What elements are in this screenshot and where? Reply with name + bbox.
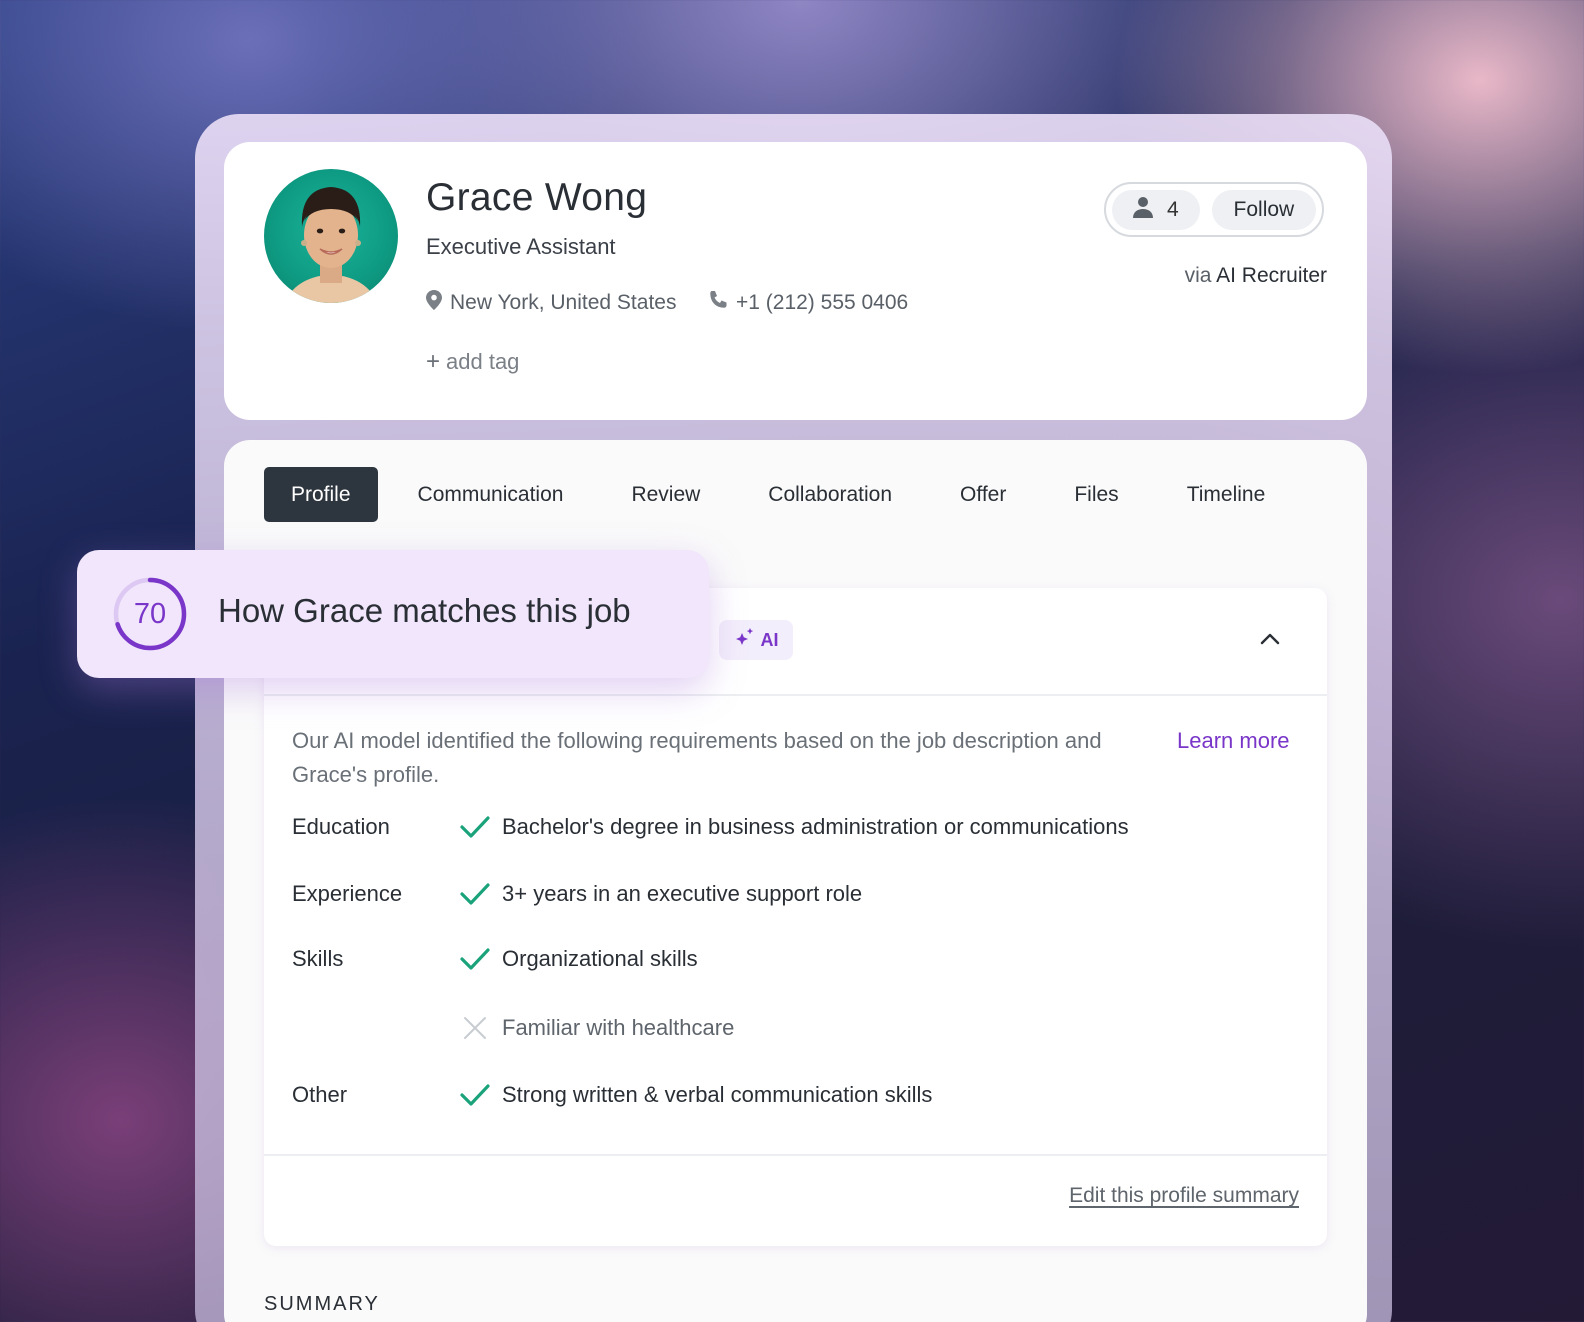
sparkle-icon [734, 627, 756, 654]
requirement-category: Other [292, 1082, 348, 1107]
requirement-row: Other Strong written & verbal communicat… [292, 1082, 932, 1108]
summary-heading: SUMMARY [264, 1293, 380, 1315]
tab-communication[interactable]: Communication [418, 467, 564, 522]
match-score-value: 70 [133, 597, 167, 630]
requirement-text: Bachelor's degree in business administra… [502, 814, 1129, 839]
requirement-text: 3+ years in an executive support role [502, 881, 863, 906]
requirement-row: Skills Organizational skills [292, 946, 698, 972]
via-prefix: via [1184, 264, 1212, 287]
source-label: via AI Recruiter [1185, 264, 1327, 288]
tab-timeline[interactable]: Timeline [1187, 467, 1266, 522]
requirement-row: Education Bachelor's degree in business … [292, 814, 1129, 840]
candidate-name: Grace Wong [426, 176, 648, 219]
requirement-category: Education [292, 814, 390, 839]
source-name[interactable]: AI Recruiter [1216, 264, 1327, 287]
check-icon [460, 947, 502, 971]
ai-badge-label: AI [760, 629, 779, 650]
phone-icon [708, 290, 728, 316]
candidate-header-card: Grace Wong Executive Assistant New York,… [224, 142, 1367, 420]
location-pin-icon [426, 290, 442, 316]
match-title: How Grace matches this job [218, 592, 631, 629]
chevron-up-icon [1260, 633, 1280, 645]
tab-offer[interactable]: Offer [960, 467, 1006, 522]
requirement-text: Familiar with healthcare [502, 1015, 735, 1040]
avatar[interactable] [264, 169, 398, 303]
requirement-row: Familiar with healthcare [292, 1015, 734, 1041]
cross-icon [460, 1016, 502, 1040]
follow-button[interactable]: Follow [1211, 189, 1316, 230]
phone[interactable]: +1 (212) 555 0406 [708, 290, 908, 316]
check-icon [460, 815, 502, 839]
phone-text: +1 (212) 555 0406 [736, 291, 909, 314]
location: New York, United States [426, 290, 676, 316]
followers-count: 4 [1167, 197, 1179, 221]
requirement-row: Experience 3+ years in an executive supp… [292, 881, 862, 907]
tab-bar: Profile Communication Review Collaborati… [264, 467, 1265, 522]
learn-more-link[interactable]: Learn more [1177, 724, 1290, 758]
requirement-text: Strong written & verbal communication sk… [502, 1082, 933, 1107]
tab-review[interactable]: Review [631, 467, 700, 522]
job-match-panel: AI Our AI model identified the following… [264, 588, 1327, 1246]
tab-files[interactable]: Files [1074, 467, 1118, 522]
tab-collaboration[interactable]: Collaboration [768, 467, 892, 522]
collapse-button[interactable] [1260, 632, 1280, 651]
requirement-text: Organizational skills [502, 946, 698, 971]
follow-control: 4 Follow [1104, 182, 1324, 237]
candidate-title: Executive Assistant [426, 234, 616, 259]
plus-icon: + [426, 348, 441, 375]
person-icon [1133, 196, 1154, 224]
requirement-category: Skills [292, 946, 344, 971]
avatar-portrait [285, 187, 377, 303]
add-tag-label: add tag [446, 349, 520, 374]
edit-profile-summary-link[interactable]: Edit this profile summary [1069, 1184, 1299, 1208]
tab-profile[interactable]: Profile [264, 467, 378, 522]
divider [264, 1154, 1327, 1156]
match-intro-text: Our AI model identified the following re… [292, 728, 1102, 787]
check-icon [460, 882, 502, 906]
divider [264, 694, 1327, 696]
match-score-callout: 70 How Grace matches this job [77, 550, 709, 678]
location-text: New York, United States [450, 291, 677, 314]
followers-count-button[interactable]: 4 [1112, 189, 1200, 230]
add-tag-button[interactable]: + add tag [426, 348, 519, 376]
check-icon [460, 1083, 502, 1107]
ai-badge: AI [719, 620, 793, 660]
requirement-category: Experience [292, 881, 403, 906]
